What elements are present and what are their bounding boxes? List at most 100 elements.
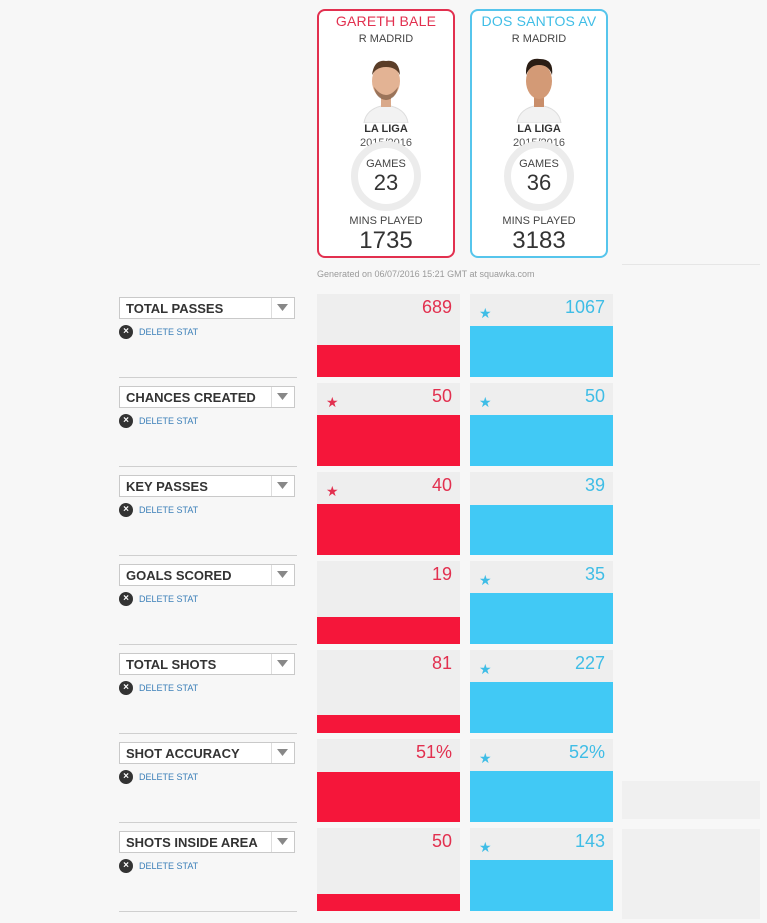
stat-bar xyxy=(317,504,460,555)
stat-select[interactable]: SHOT ACCURACY xyxy=(119,742,295,764)
stat-bar xyxy=(317,715,460,733)
chevron-down-icon[interactable] xyxy=(271,832,294,852)
stat-cell-player2: ★ 35 xyxy=(470,561,613,644)
games-label: GAMES xyxy=(519,158,559,170)
stat-bar xyxy=(317,345,460,377)
stat-select[interactable]: TOTAL SHOTS xyxy=(119,653,295,675)
stat-cell-player2: ★ 52% xyxy=(470,739,613,822)
chevron-down-icon[interactable] xyxy=(271,743,294,763)
chevron-down-icon[interactable] xyxy=(271,476,294,496)
stat-value: 50 xyxy=(431,386,452,406)
generated-note: Generated on 06/07/2016 15:21 GMT at squ… xyxy=(317,269,535,279)
mins-label: MINS PLAYED xyxy=(502,215,576,227)
stat-value: 81 xyxy=(431,653,452,673)
stat-select-label: TOTAL SHOTS xyxy=(126,657,217,672)
stat-cell-player1: 689 xyxy=(317,294,460,377)
close-icon[interactable]: × xyxy=(119,770,133,784)
stat-bar xyxy=(470,593,613,644)
close-icon[interactable]: × xyxy=(119,325,133,339)
games-value: 36 xyxy=(526,170,552,195)
league-name: LA LIGA xyxy=(517,123,561,135)
stat-bar xyxy=(470,860,613,911)
player-card-2: DOS SANTOS AV R MADRID LA LIGA 2015/2016… xyxy=(470,9,608,258)
league-name: LA LIGA xyxy=(364,123,408,135)
star-icon: ★ xyxy=(479,661,492,677)
close-icon[interactable]: × xyxy=(119,859,133,873)
stat-bar xyxy=(470,682,613,733)
stat-cell-player1: 50 xyxy=(317,828,460,911)
stat-cell-player1: ★ 40 xyxy=(317,472,460,555)
games-ring: GAMES 23 xyxy=(351,141,421,211)
player-photo xyxy=(356,53,416,123)
delete-stat-label[interactable]: DELETE STAT xyxy=(139,327,198,337)
stat-select-label: SHOT ACCURACY xyxy=(126,746,240,761)
stat-value: 52% xyxy=(568,742,605,762)
delete-stat-label[interactable]: DELETE STAT xyxy=(139,416,198,426)
stat-select[interactable]: CHANCES CREATED xyxy=(119,386,295,408)
stat-row: KEY PASSES × DELETE STAT ★ 40 39 xyxy=(0,472,767,562)
stat-select[interactable]: TOTAL PASSES xyxy=(119,297,295,319)
stat-value: 35 xyxy=(584,564,605,584)
stat-cell-player2: ★ 50 xyxy=(470,383,613,466)
mins-value: 3183 xyxy=(512,227,566,254)
stat-select-label: TOTAL PASSES xyxy=(126,301,224,316)
delete-stat-label[interactable]: DELETE STAT xyxy=(139,683,198,693)
chevron-down-icon[interactable] xyxy=(271,565,294,585)
stat-select-label: KEY PASSES xyxy=(126,479,208,494)
close-icon[interactable]: × xyxy=(119,681,133,695)
row-divider xyxy=(119,644,297,645)
stat-value: 50 xyxy=(584,386,605,406)
stat-cell-player2: ★ 227 xyxy=(470,650,613,733)
stat-value: 50 xyxy=(431,831,452,851)
stat-select[interactable]: SHOTS INSIDE AREA xyxy=(119,831,295,853)
stat-row: TOTAL SHOTS × DELETE STAT 81 ★ 227 xyxy=(0,650,767,740)
close-icon[interactable]: × xyxy=(119,414,133,428)
stat-cell-player2: ★ 143 xyxy=(470,828,613,911)
row-divider xyxy=(119,466,297,467)
close-icon[interactable]: × xyxy=(119,503,133,517)
stat-value: 39 xyxy=(584,475,605,495)
row-divider xyxy=(119,822,297,823)
star-icon: ★ xyxy=(479,750,492,766)
stat-cell-player1: ★ 50 xyxy=(317,383,460,466)
stat-value: 51% xyxy=(415,742,452,762)
row-divider xyxy=(119,911,297,912)
stat-bar xyxy=(470,771,613,822)
player-photo xyxy=(509,53,569,123)
close-icon[interactable]: × xyxy=(119,592,133,606)
mins-value: 1735 xyxy=(359,227,413,254)
delete-stat-label[interactable]: DELETE STAT xyxy=(139,861,198,871)
delete-stat-label[interactable]: DELETE STAT xyxy=(139,772,198,782)
delete-stat-label[interactable]: DELETE STAT xyxy=(139,594,198,604)
stat-value: 19 xyxy=(431,564,452,584)
stat-row: CHANCES CREATED × DELETE STAT ★ 50 ★ 50 xyxy=(0,383,767,473)
player-card-1: GARETH BALE R MADRID LA LIGA 2015/2016 G… xyxy=(317,9,455,258)
stat-cell-player1: 19 xyxy=(317,561,460,644)
stat-select-label: GOALS SCORED xyxy=(126,568,232,583)
stat-bar xyxy=(317,617,460,644)
row-divider xyxy=(119,377,297,378)
stat-value: 40 xyxy=(431,475,452,495)
stat-bar xyxy=(317,772,460,822)
player-name: DOS SANTOS AV xyxy=(481,13,597,29)
delete-stat-label[interactable]: DELETE STAT xyxy=(139,505,198,515)
player-club: R MADRID xyxy=(511,33,567,45)
player-name: GARETH BALE xyxy=(335,13,437,29)
mins-label: MINS PLAYED xyxy=(349,215,423,227)
stat-bar xyxy=(317,415,460,466)
row-divider xyxy=(119,555,297,556)
player-club: R MADRID xyxy=(358,33,414,45)
chevron-down-icon[interactable] xyxy=(271,298,294,318)
chevron-down-icon[interactable] xyxy=(271,387,294,407)
stat-value: 143 xyxy=(574,831,605,851)
stat-row: TOTAL PASSES × DELETE STAT 689 ★ 1067 xyxy=(0,294,767,384)
stat-select-label: CHANCES CREATED xyxy=(126,390,256,405)
empty-panel xyxy=(622,829,760,919)
divider xyxy=(622,264,760,265)
star-icon: ★ xyxy=(479,305,492,321)
chevron-down-icon[interactable] xyxy=(271,654,294,674)
stat-select[interactable]: KEY PASSES xyxy=(119,475,295,497)
stat-bar xyxy=(470,415,613,466)
stat-bar xyxy=(470,505,613,555)
stat-select[interactable]: GOALS SCORED xyxy=(119,564,295,586)
